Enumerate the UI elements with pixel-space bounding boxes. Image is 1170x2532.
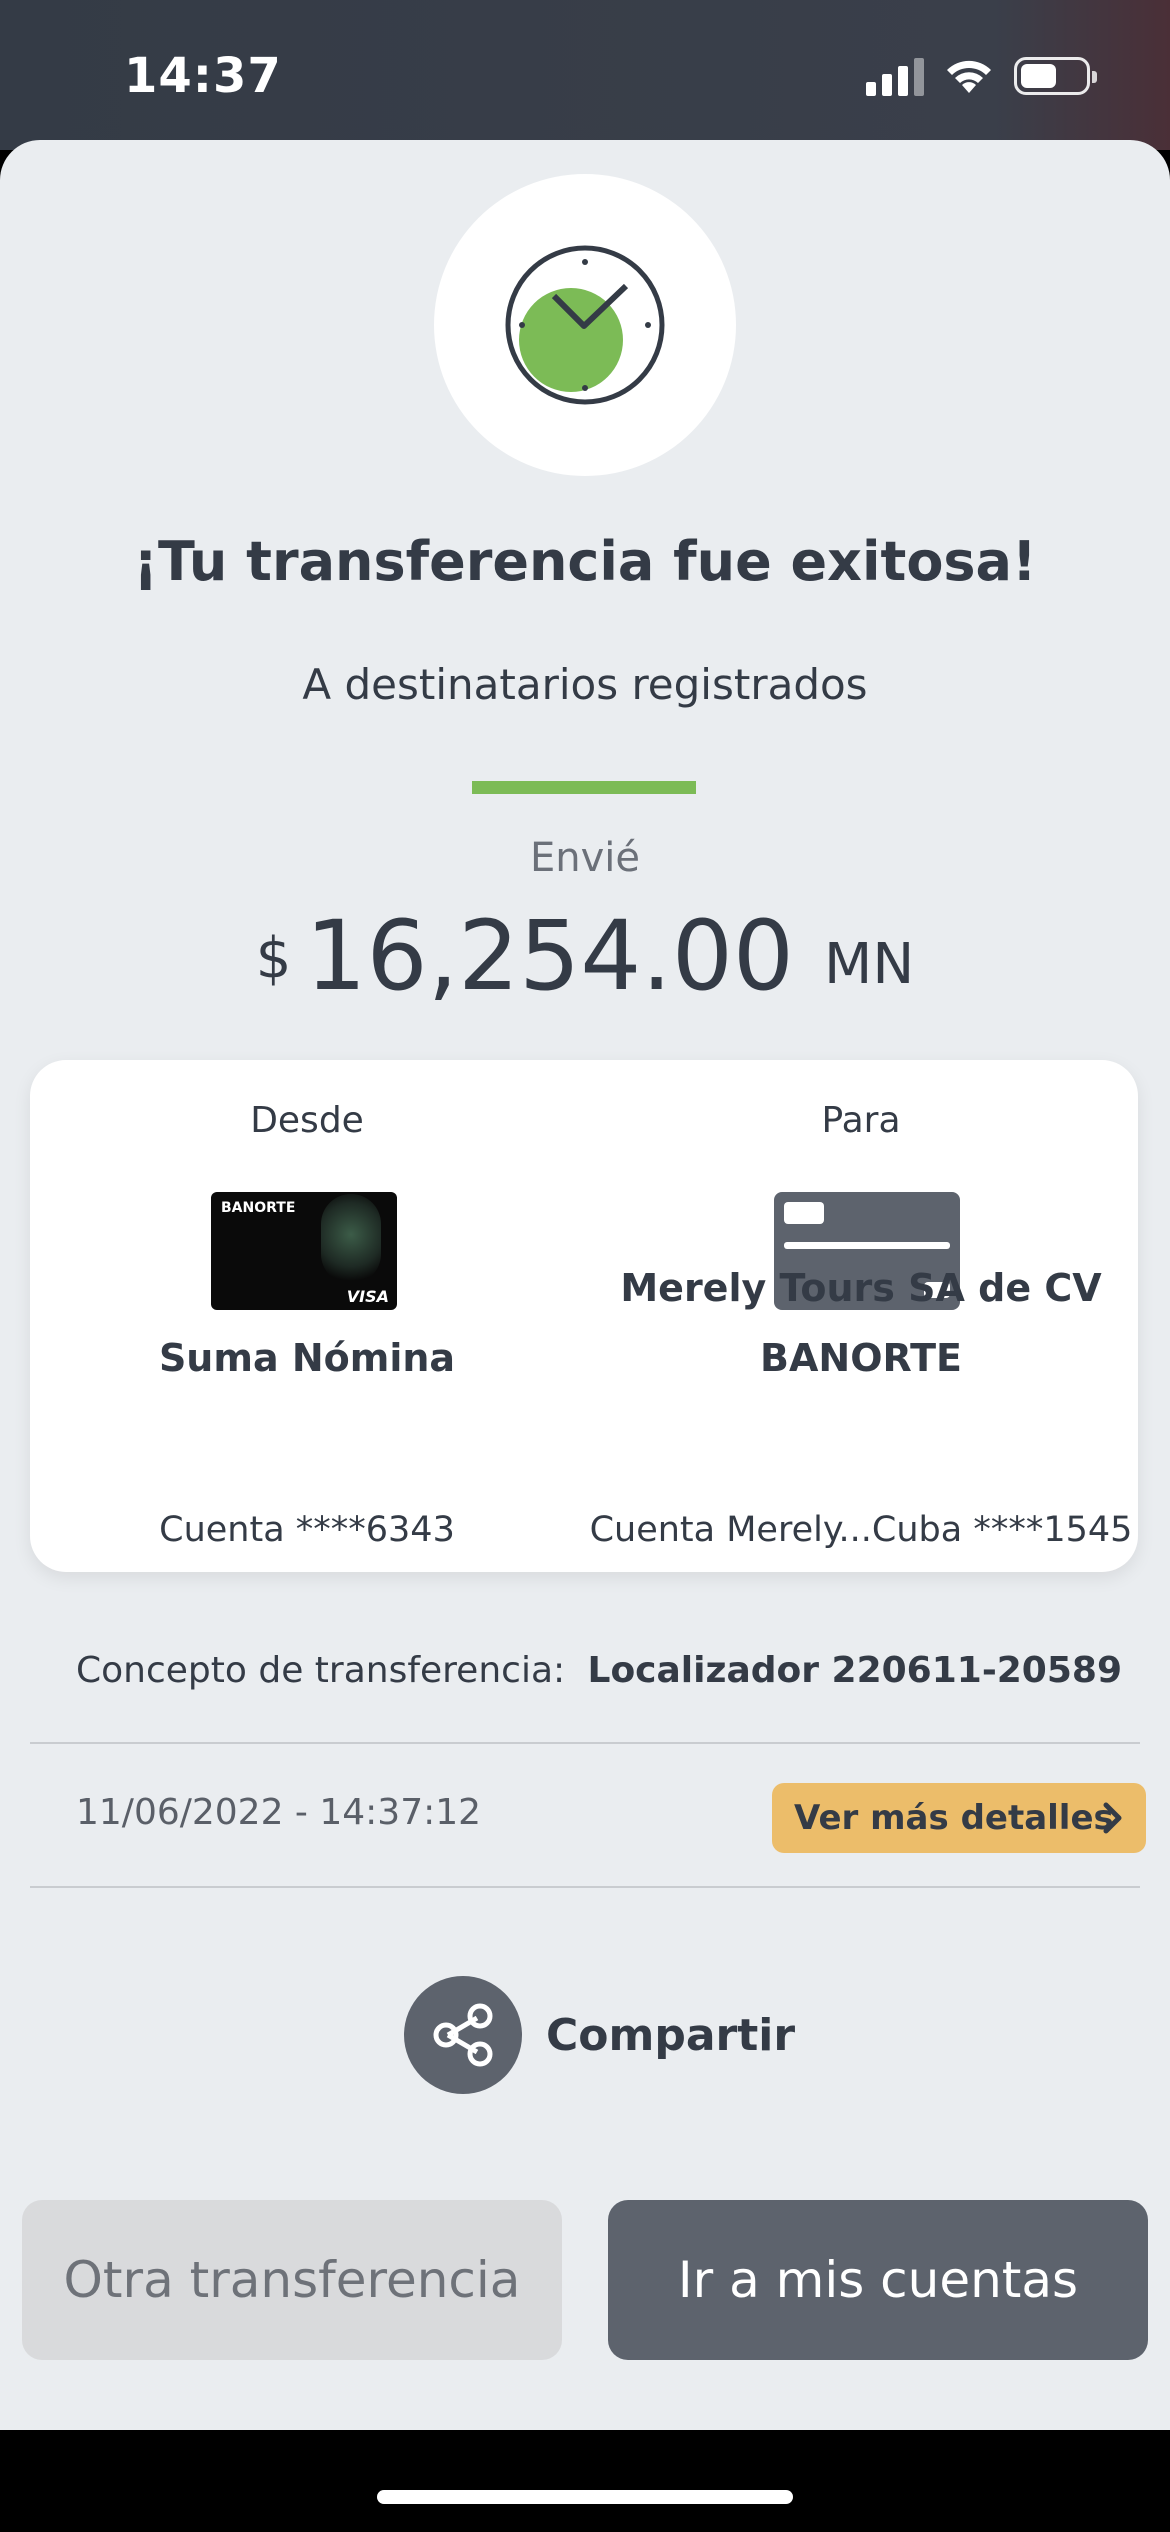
debit-card-image: BANORTE VISA xyxy=(211,1192,397,1310)
amount-display: $16,254.00 MN xyxy=(0,900,1170,1012)
share-icon xyxy=(433,2003,493,2067)
status-time: 14:37 xyxy=(124,48,282,104)
clock-check-icon xyxy=(505,245,665,405)
success-subtitle: A destinatarios registrados xyxy=(302,660,868,709)
currency-symbol: $ xyxy=(255,926,292,991)
recipient-name: Merely Tours SA de CV xyxy=(620,1266,1102,1310)
concept-label: Concepto de transferencia: xyxy=(76,1650,566,1691)
from-account-name: Suma Nómina xyxy=(158,1336,456,1380)
go-to-accounts-button[interactable]: Ir a mis cuentas xyxy=(608,2200,1148,2360)
battery-icon xyxy=(1014,57,1097,95)
to-label: Para xyxy=(821,1100,901,1141)
divider xyxy=(30,1886,1140,1888)
recipient-account-number: Cuenta Merely...Cuba ****1545 xyxy=(589,1510,1133,1550)
currency-code: MN xyxy=(824,932,915,997)
card-artwork xyxy=(321,1194,381,1284)
visa-logo: VISA xyxy=(346,1287,389,1306)
transfer-datetime: 11/06/2022 - 14:37:12 xyxy=(76,1792,482,1833)
new-transfer-button[interactable]: Otra transferencia xyxy=(22,2200,562,2360)
concept-value: Localizador 220611-20589 xyxy=(587,1650,1123,1691)
card-brand-logo: BANORTE xyxy=(221,1200,296,1216)
accent-divider xyxy=(472,781,696,794)
to-column: Para Merely Tours SA de CV BANORTE Cuent… xyxy=(584,1060,1138,1572)
amount-value: 16,254.00 xyxy=(305,900,794,1012)
from-label: Desde xyxy=(250,1100,364,1141)
recipient-bank: BANORTE xyxy=(760,1336,962,1380)
from-account-number: Cuenta ****6343 xyxy=(159,1510,455,1550)
chevron-right-icon xyxy=(1103,1802,1122,1834)
home-indicator[interactable] xyxy=(377,2490,793,2504)
status-bar: 14:37 xyxy=(0,0,1170,150)
cellular-signal-icon xyxy=(866,56,924,96)
share-button[interactable] xyxy=(404,1976,522,2094)
share-label[interactable]: Compartir xyxy=(546,2010,795,2061)
more-details-label: Ver más detalles xyxy=(794,1798,1114,1838)
transfer-summary-card: Desde BANORTE VISA Suma Nómina Cuenta **… xyxy=(30,1060,1138,1572)
status-icons xyxy=(866,56,1097,96)
wifi-icon xyxy=(947,60,991,93)
amount-label: Envié xyxy=(529,835,641,881)
confirmation-sheet: ¡Tu transferencia fue exitosa! A destina… xyxy=(0,140,1170,2430)
from-column: Desde BANORTE VISA Suma Nómina Cuenta **… xyxy=(30,1060,584,1572)
divider xyxy=(30,1742,1140,1744)
success-badge xyxy=(434,174,736,476)
more-details-button[interactable]: Ver más detalles xyxy=(772,1783,1146,1853)
success-title: ¡Tu transferencia fue exitosa! xyxy=(133,530,1037,593)
